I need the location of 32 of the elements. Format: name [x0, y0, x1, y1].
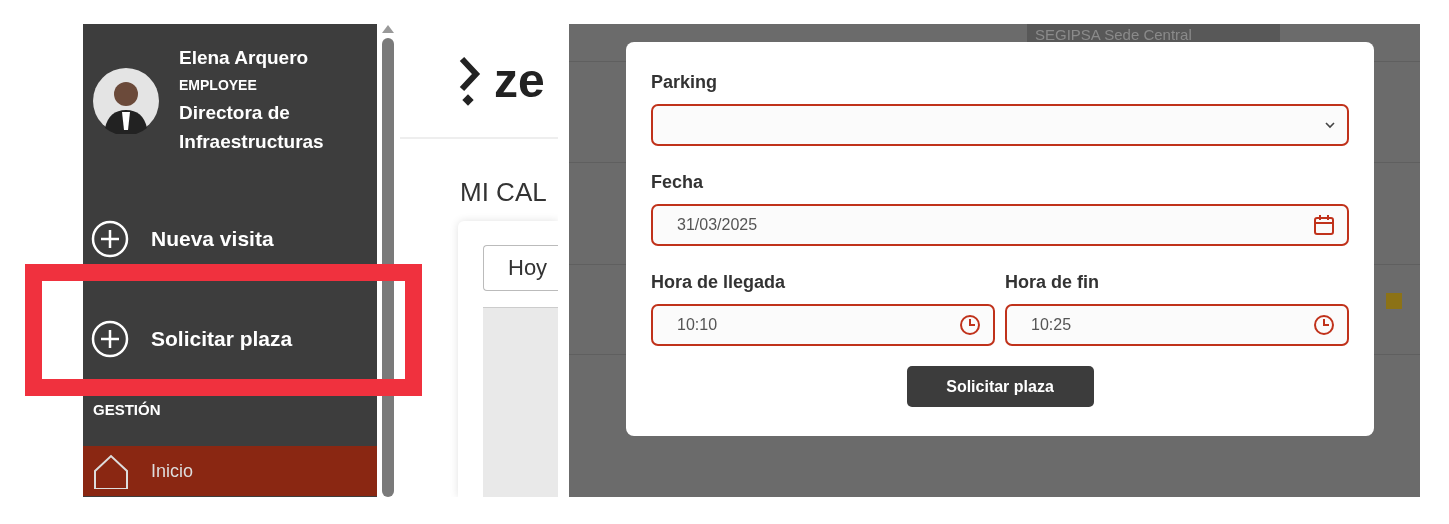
user-position: Directora de Infraestructuras [179, 101, 325, 154]
sidebar-action[interactable]: Solicitar plaza [151, 327, 293, 351]
scroll-up-icon[interactable] [381, 24, 394, 34]
date-field[interactable]: 31/03/2025 [651, 204, 1349, 246]
sidebar-action[interactable]: Nueva visita [151, 227, 274, 251]
page-heading: MI CAL [459, 176, 548, 209]
field-label: Parking [651, 71, 719, 94]
chevron-down-icon [1325, 121, 1335, 129]
section-heading: GESTIÓN [92, 400, 162, 420]
action-row[interactable]: Nueva visita [83, 189, 377, 289]
legend-swatch [1386, 293, 1402, 309]
time-field[interactable]: 10:10 [651, 304, 995, 346]
house-icon [93, 453, 129, 489]
scrollbar-thumb[interactable] [381, 38, 394, 497]
plus-circle-icon [91, 320, 129, 358]
plus-circle-icon [91, 220, 129, 258]
field-label: Hora de llegada [651, 271, 787, 294]
clock-icon[interactable] [1313, 314, 1335, 336]
submit-button[interactable]: Solicitar plaza [906, 366, 1094, 407]
field-label: Hora de fin [1005, 271, 1100, 294]
parking-select[interactable] [651, 104, 1349, 146]
avatar [93, 68, 159, 134]
time-field[interactable]: 10:25 [1005, 304, 1349, 346]
user-name: Elena Arquero [179, 46, 310, 70]
calendar-icon[interactable] [1313, 214, 1335, 236]
field-label: Fecha [651, 171, 705, 194]
today-button[interactable]: Hoy [483, 245, 558, 291]
menu-item[interactable]: Inicio [83, 446, 377, 496]
logo-icon [458, 55, 482, 106]
user-role: EMPLOYEE [179, 76, 258, 95]
logo-text: ze [494, 56, 545, 105]
clock-icon[interactable] [959, 314, 981, 336]
